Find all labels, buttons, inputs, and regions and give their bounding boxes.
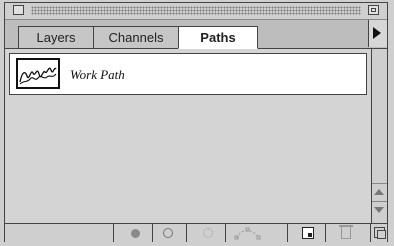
- tab-layers[interactable]: Layers: [18, 26, 94, 48]
- make-work-path-icon: [234, 227, 261, 240]
- delete-path-button[interactable]: [333, 224, 359, 242]
- palette-menu-arrow-icon: [373, 27, 381, 39]
- scroll-down-arrow-icon[interactable]: [372, 201, 387, 218]
- tab-layers-label: Layers: [36, 30, 76, 45]
- trash-icon: [339, 225, 353, 239]
- fill-path-button[interactable]: [123, 224, 149, 242]
- scroll-up-arrow-icon[interactable]: [372, 183, 387, 200]
- close-box[interactable]: [13, 5, 24, 15]
- vertical-scrollbar[interactable]: [371, 49, 387, 223]
- tab-channels[interactable]: Channels: [93, 26, 179, 48]
- resize-handle-icon[interactable]: [370, 224, 387, 242]
- collapse-box[interactable]: [368, 5, 379, 15]
- path-thumbnail-icon: [16, 58, 60, 89]
- load-selection-icon: [203, 228, 213, 238]
- tab-channels-label: Channels: [108, 30, 164, 45]
- tab-strip: Layers Channels Paths: [5, 20, 387, 49]
- squiggle-path-icon: [19, 67, 57, 85]
- stroke-path-button[interactable]: [155, 224, 181, 242]
- tab-paths-label: Paths: [200, 30, 236, 45]
- path-name: Work Path: [70, 67, 125, 82]
- stroke-path-icon: [163, 228, 173, 238]
- palette-window: Layers Channels Paths Work Path: [4, 2, 388, 242]
- paths-list: Work Path: [5, 49, 371, 223]
- title-bar-grip: [31, 6, 361, 15]
- new-path-icon: [302, 227, 314, 239]
- palette-title-bar[interactable]: [5, 3, 387, 20]
- new-path-button[interactable]: [295, 224, 321, 242]
- load-selection-button[interactable]: [195, 224, 221, 242]
- path-row-work-path[interactable]: Work Path: [9, 53, 367, 95]
- make-work-path-button[interactable]: [233, 224, 261, 242]
- tab-paths[interactable]: Paths: [178, 26, 258, 49]
- paths-palette: Layers Channels Paths Work Path: [0, 0, 394, 246]
- paths-toolbar: [5, 223, 387, 242]
- fill-path-icon: [131, 229, 140, 238]
